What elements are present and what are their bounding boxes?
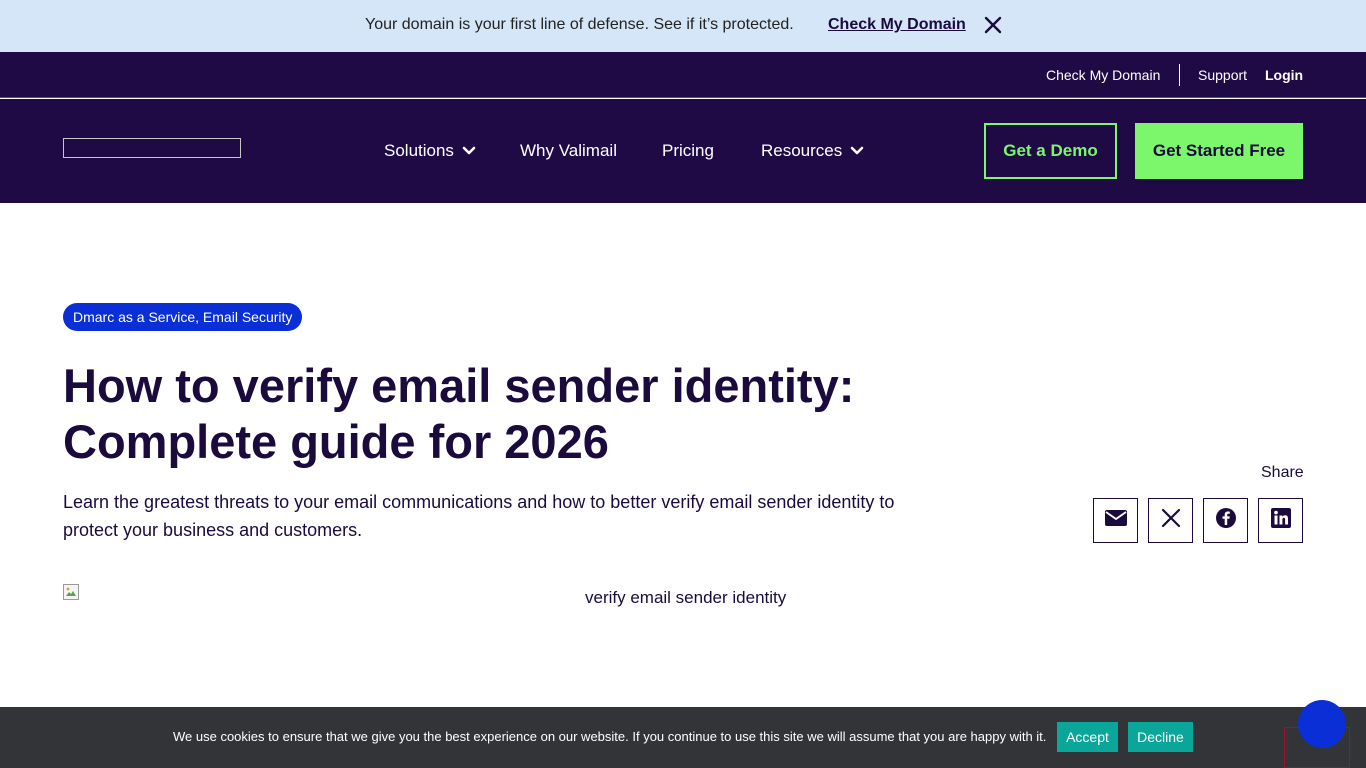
linkedin-icon — [1270, 508, 1291, 533]
share-x-button[interactable] — [1148, 498, 1193, 543]
chevron-down-icon — [850, 146, 864, 156]
article-lede: Learn the greatest threats to your email… — [63, 492, 895, 540]
broken-image-icon — [63, 584, 79, 600]
utility-nav: Check My Domain Support Login — [0, 52, 1366, 98]
cookie-accept-button[interactable]: Accept — [1057, 722, 1118, 752]
share-linkedin-button[interactable] — [1258, 498, 1303, 543]
cookie-banner: We use cookies to ensure that we give yo… — [0, 707, 1366, 768]
nav-solutions[interactable]: Solutions — [384, 141, 476, 161]
category-tag[interactable]: Dmarc as a Service, Email Security — [63, 303, 303, 331]
chat-launcher-button[interactable] — [1298, 700, 1346, 748]
x-icon — [1161, 508, 1181, 533]
nav-pricing[interactable]: Pricing — [662, 141, 714, 161]
page-title-line-1: How to verify email sender identity: — [63, 359, 855, 412]
support-link[interactable]: Support — [1198, 67, 1247, 83]
nav-solutions-label: Solutions — [384, 141, 454, 160]
utility-divider — [1179, 64, 1180, 86]
facebook-icon — [1215, 507, 1237, 534]
nav-resources[interactable]: Resources — [761, 141, 864, 161]
page-title-line-2: Complete guide for 2026 — [63, 415, 609, 468]
hero-image-alt-text: verify email sender identity — [585, 588, 787, 607]
share-label: Share — [1261, 464, 1304, 481]
cookie-message: We use cookies to ensure that we give yo… — [173, 729, 1047, 744]
chevron-down-icon — [462, 146, 476, 156]
announcement-text: Your domain is your first line of defens… — [365, 16, 794, 33]
get-a-demo-button[interactable]: Get a Demo — [984, 123, 1117, 179]
cookie-decline-button[interactable]: Decline — [1128, 722, 1193, 752]
nav-resources-label: Resources — [761, 141, 843, 160]
nav-why-valimail-label: Why Valimail — [520, 141, 617, 160]
share-email-button[interactable] — [1093, 498, 1138, 543]
check-my-domain-link[interactable]: Check My Domain — [828, 16, 966, 34]
nav-pricing-label: Pricing — [662, 141, 714, 160]
announcement-bar: Your domain is your first line of defens… — [0, 0, 1366, 52]
utility-check-domain-link[interactable]: Check My Domain — [1046, 67, 1160, 83]
get-started-free-button[interactable]: Get Started Free — [1135, 123, 1303, 179]
nav-why-valimail[interactable]: Why Valimail — [520, 141, 617, 161]
close-icon[interactable] — [982, 14, 1004, 36]
email-icon — [1104, 510, 1127, 531]
login-link[interactable]: Login — [1265, 67, 1303, 83]
main-nav: Solutions Why Valimail Pricing Resources… — [0, 99, 1366, 203]
logo[interactable] — [63, 138, 241, 158]
share-facebook-button[interactable] — [1203, 498, 1248, 543]
page-title: How to verify email sender identity: Com… — [63, 358, 963, 470]
